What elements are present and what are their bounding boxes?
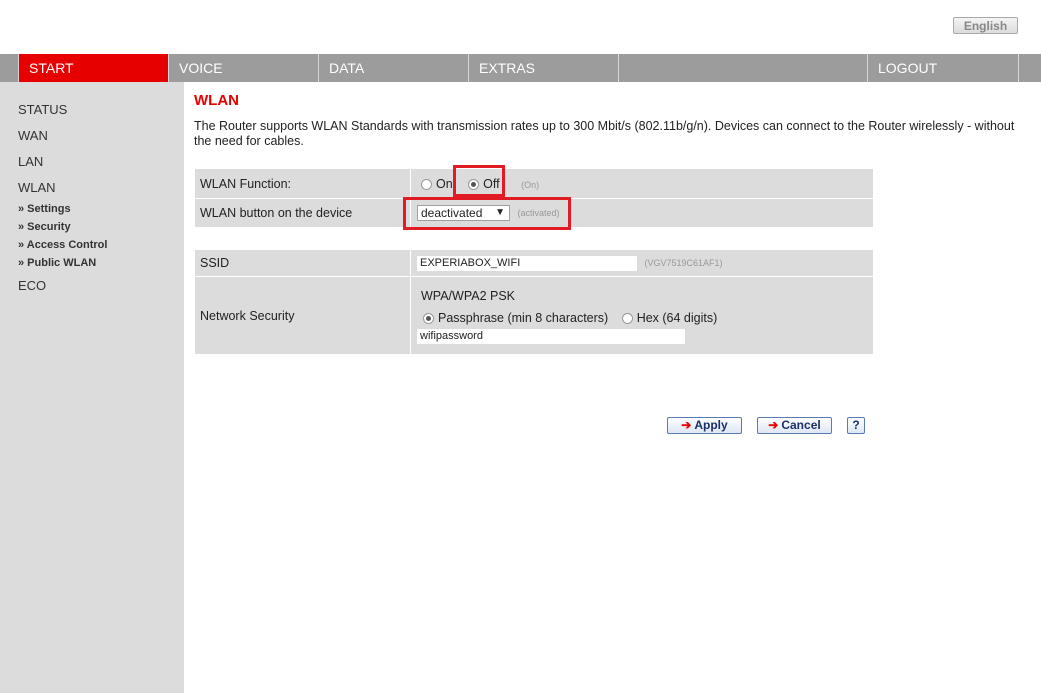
ssid-label: SSID	[194, 249, 411, 277]
nav-logout[interactable]: LOGOUT	[868, 54, 1019, 82]
passphrase-radio[interactable]	[423, 313, 434, 325]
nav-spacer	[0, 54, 19, 82]
sidebar-subitem-access-control[interactable]: » Access Control	[18, 239, 107, 251]
sidebar-item-lan[interactable]: LAN	[18, 154, 43, 169]
wlan-function-row: WLAN Function: On Off (On)	[194, 168, 874, 199]
network-key-input[interactable]: wifipassword	[417, 329, 685, 345]
highlight-box-wlan-button	[403, 197, 571, 230]
sidebar-item-wan[interactable]: WAN	[18, 128, 48, 143]
sidebar-subitem-security[interactable]: » Security	[18, 221, 71, 233]
wlan-on-option[interactable]: On	[421, 177, 456, 191]
wlan-button-label: WLAN button on the device	[194, 198, 411, 228]
key-input-wrap: wifipassword	[417, 329, 873, 345]
network-security-row: Network Security WPA/WPA2 PSK Passphrase…	[194, 276, 874, 355]
security-mode: WPA/WPA2 PSK	[421, 288, 516, 303]
wlan-on-label: On	[436, 176, 453, 191]
help-button[interactable]: ?	[847, 417, 865, 434]
hex-label: Hex (64 digits)	[636, 310, 718, 325]
network-security-label: Network Security	[194, 276, 411, 355]
sidebar-subitem-public-wlan[interactable]: » Public WLAN	[18, 257, 96, 269]
top-navigation: START VOICE DATA EXTRAS LOGOUT	[0, 54, 1041, 82]
sidebar-item-wlan[interactable]: WLAN	[18, 180, 56, 195]
nav-start[interactable]: START	[19, 54, 169, 82]
ssid-cell: EXPERIABOX_WIFI (VGV7519C61AF1)	[410, 249, 874, 277]
wlan-function-label: WLAN Function:	[194, 168, 411, 199]
ssid-row: SSID EXPERIABOX_WIFI (VGV7519C61AF1)	[194, 249, 874, 277]
arrow-right-icon: ➔	[681, 418, 692, 432]
nav-empty	[619, 54, 868, 82]
nav-voice[interactable]: VOICE	[169, 54, 319, 82]
passphrase-option[interactable]: Passphrase (min 8 characters)	[423, 311, 612, 325]
nav-extras[interactable]: EXTRAS	[469, 54, 619, 82]
wlan-function-default-hint: (On)	[521, 179, 540, 190]
arrow-right-icon: ➔	[768, 418, 779, 432]
key-type-options: Passphrase (min 8 characters) Hex (64 di…	[423, 311, 873, 325]
page-title: WLAN	[194, 92, 239, 109]
nav-data[interactable]: DATA	[319, 54, 469, 82]
sidebar-item-status[interactable]: STATUS	[18, 102, 67, 117]
wlan-security-table: SSID EXPERIABOX_WIFI (VGV7519C61AF1) Net…	[194, 249, 874, 355]
apply-label: Apply	[694, 418, 728, 432]
intro-text: The Router supports WLAN Standards with …	[194, 119, 1015, 148]
hex-radio[interactable]	[621, 313, 633, 325]
ssid-default-hint: (VGV7519C61AF1)	[644, 258, 723, 269]
cancel-label: Cancel	[781, 418, 821, 432]
wlan-on-radio[interactable]	[421, 178, 432, 190]
hex-option[interactable]: Hex (64 digits)	[621, 310, 718, 325]
apply-button[interactable]: ➔ Apply	[667, 417, 742, 434]
cancel-button[interactable]: ➔ Cancel	[757, 417, 832, 434]
sidebar: STATUS WAN LAN WLAN » Settings » Securit…	[0, 82, 184, 693]
language-button[interactable]: English	[953, 17, 1018, 34]
network-security-cell: WPA/WPA2 PSK Passphrase (min 8 character…	[410, 276, 874, 355]
highlight-box-off	[453, 165, 505, 197]
sidebar-item-eco[interactable]: ECO	[18, 278, 46, 293]
passphrase-label: Passphrase (min 8 characters)	[438, 310, 609, 325]
ssid-input[interactable]: EXPERIABOX_WIFI	[417, 255, 637, 271]
sidebar-subitem-settings[interactable]: » Settings	[18, 203, 71, 215]
